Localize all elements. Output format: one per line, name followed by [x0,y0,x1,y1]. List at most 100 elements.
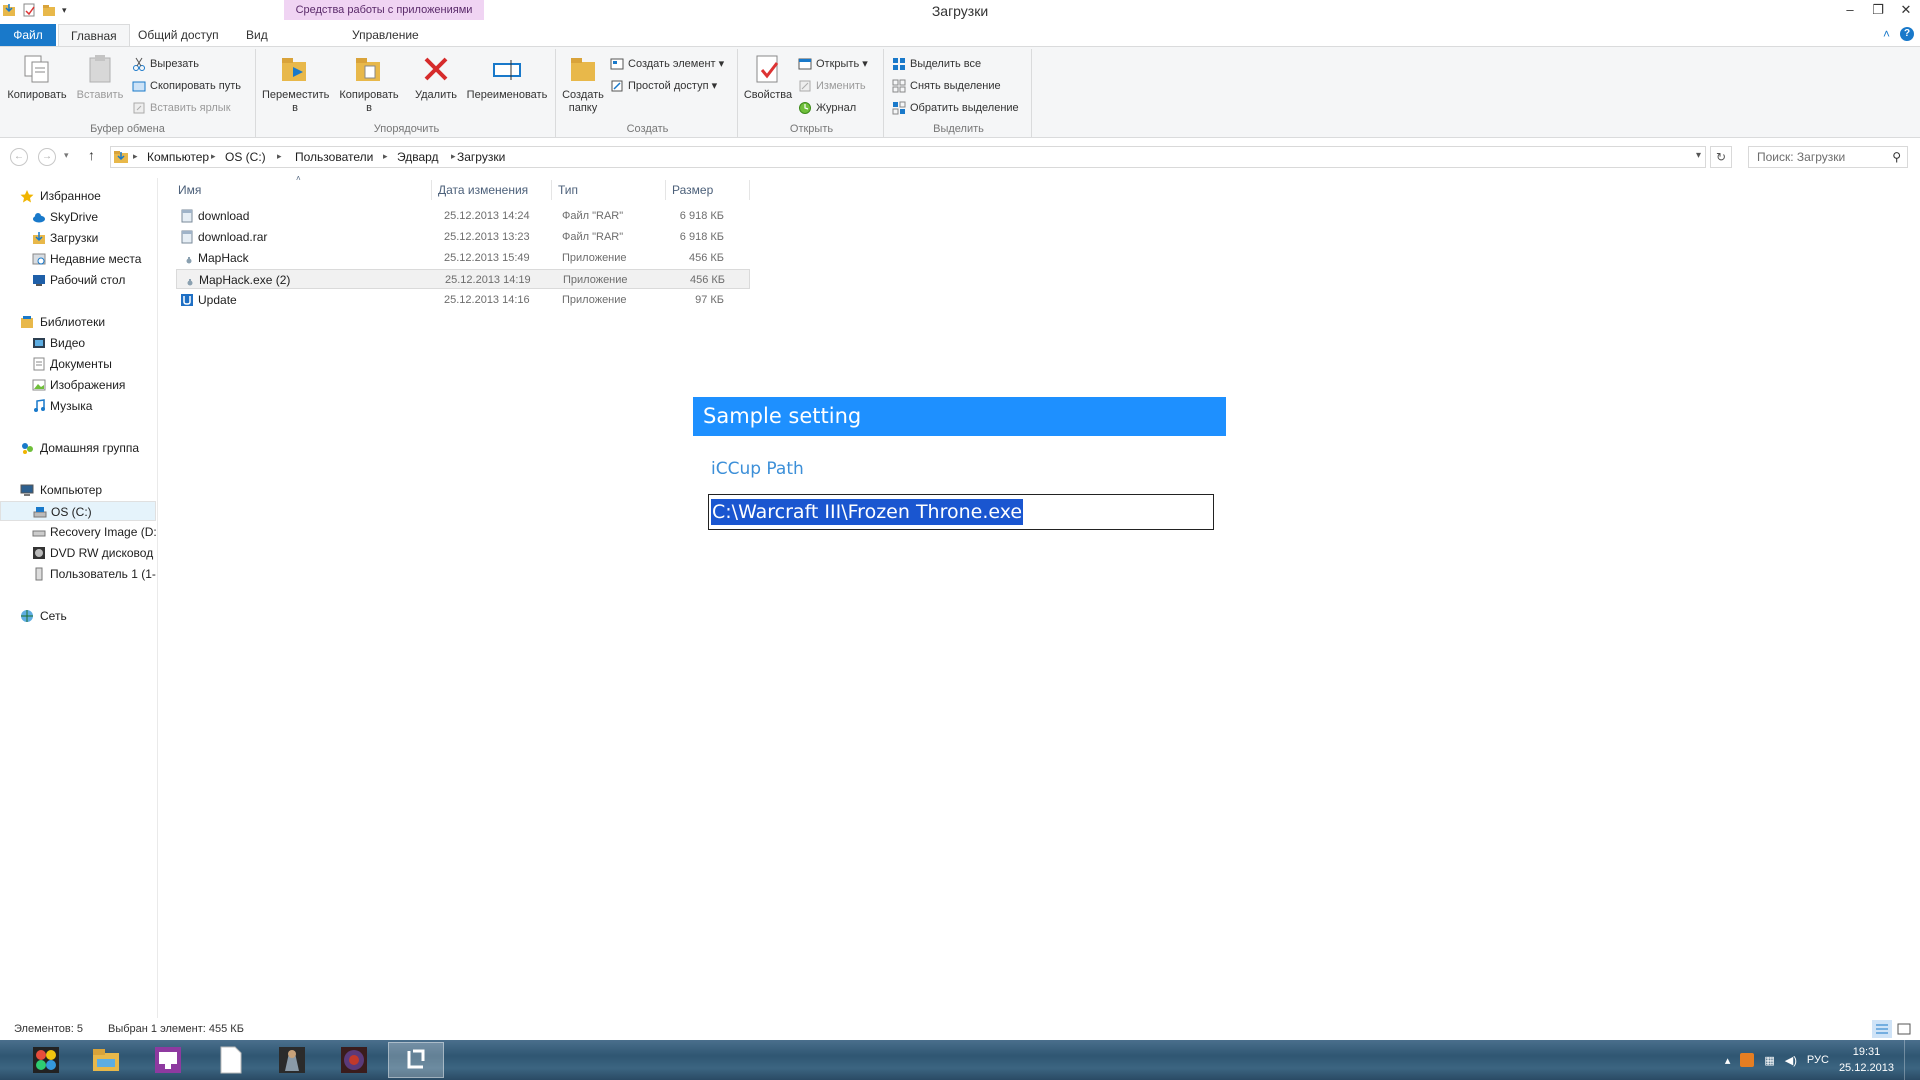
nav-item-dvd[interactable]: DVD RW дисковод ( [0,543,156,563]
taskbar-game-1[interactable] [264,1042,320,1078]
new-item-button[interactable]: Создать элемент ▾ [610,55,724,73]
table-row[interactable]: download.rar 25.12.2013 13:23 Файл "RAR"… [176,227,750,247]
taskbar-app-colorful[interactable] [18,1042,74,1078]
taskbar-active-app[interactable] [388,1042,444,1078]
title-bar: ▾ Средства работы с приложениями Загрузк… [0,0,1920,22]
tab-manage[interactable]: Управление [340,24,431,46]
breadcrumb-separator[interactable]: ▸ [277,151,282,162]
nav-item-computer[interactable]: Компьютер [0,480,156,500]
security-shield-icon[interactable] [1740,1053,1755,1067]
column-header-type[interactable]: Тип [552,180,666,200]
nav-item-skydrive[interactable]: SkyDrive [0,207,156,227]
breadcrumb-computer[interactable]: Компьютер [147,150,209,164]
presentation-app-icon [155,1047,181,1073]
breadcrumb-downloads[interactable]: Загрузки [457,150,505,164]
tab-home[interactable]: Главная [58,24,130,46]
back-button[interactable]: ← [10,148,28,166]
table-row[interactable]: download 25.12.2013 14:24 Файл "RAR" 6 9… [176,206,750,226]
table-row[interactable]: MapHack 25.12.2013 15:49 Приложение 456 … [176,248,750,268]
column-header-date[interactable]: Дата изменения [432,180,552,200]
breadcrumb-separator[interactable]: ▸ [133,151,138,162]
tab-file[interactable]: Файл [0,24,56,46]
show-hidden-icons-icon[interactable]: ▴ [1725,1054,1731,1067]
move-to-button[interactable]: Переместить в [262,53,329,115]
history-button[interactable]: Журнал [798,99,856,117]
tab-view[interactable]: Вид [234,24,280,46]
volume-icon[interactable]: ◀) [1785,1054,1797,1067]
search-input[interactable]: Поиск: Загрузки ⚲ [1748,146,1908,168]
open-button[interactable]: Открыть ▾ [798,55,868,73]
taskbar-document[interactable] [202,1042,258,1078]
edit-button[interactable]: Изменить [798,77,866,95]
nav-item-documents[interactable]: Документы [0,354,156,374]
item-count: Элементов: 5 [14,1023,83,1035]
iccup-path-input[interactable]: C:\Warcraft III\Frozen Throne.exe [708,494,1214,530]
address-bar[interactable]: ▸ Компьютер ▸ OS (C:) ▸ Пользователи ▸ Э… [110,146,1706,168]
breadcrumb-user[interactable]: Эдвард [397,150,439,164]
organize-group-label: Упорядочить [373,123,440,135]
select-none-button[interactable]: Снять выделение [892,77,1001,95]
language-indicator[interactable]: РУС [1807,1054,1829,1066]
nav-item-homegroup[interactable]: Домашняя группа [0,438,156,458]
nav-item-os-c[interactable]: OS (C:) [0,501,156,521]
nav-item-desktop[interactable]: Рабочий стол [0,270,156,290]
up-arrow-icon[interactable]: ↑ [88,147,95,163]
breadcrumb-users[interactable]: Пользователи [295,150,373,164]
colorful-app-icon [33,1047,59,1073]
breadcrumb-separator[interactable]: ▸ [211,151,216,162]
show-desktop-button[interactable] [1904,1040,1910,1080]
copy-path-button[interactable]: Скопировать путь [132,77,241,95]
close-button[interactable]: ✕ [1892,0,1920,20]
breadcrumb-os-c[interactable]: OS (C:) [225,150,266,164]
warcraft-icon [341,1047,367,1073]
taskbar-explorer[interactable] [78,1042,134,1078]
taskbar-presentation[interactable] [140,1042,196,1078]
easy-access-button[interactable]: Простой доступ ▾ [610,77,717,95]
properties-button[interactable]: Свойства [742,53,794,102]
nav-item-recovery[interactable]: Recovery Image (D:) [0,522,156,542]
large-icons-view-button[interactable] [1894,1020,1914,1038]
paste-shortcut-button[interactable]: Вставить ярлык [132,99,231,117]
nav-item-user1[interactable]: Пользователь 1 (1- [0,564,156,584]
nav-item-network[interactable]: Сеть [0,606,156,626]
nav-item-video[interactable]: Видео [0,333,156,353]
open-group-label: Открыть [789,123,834,135]
address-dropdown-icon[interactable]: ▾ [1696,150,1701,161]
clock[interactable]: 19:31 25.12.2013 [1839,1044,1894,1076]
rename-icon [491,53,523,85]
column-header-name[interactable]: Имя [172,180,432,200]
collapse-ribbon-icon[interactable]: ˄ [1883,27,1890,41]
help-icon[interactable]: ? [1900,27,1914,41]
delete-button[interactable]: Удалить [408,53,464,102]
column-header-size[interactable]: Размер [666,180,750,200]
paste-button[interactable]: Вставить [72,53,128,102]
maximize-button[interactable]: ❐ [1864,0,1892,20]
nav-item-libraries[interactable]: Библиотеки [0,312,156,332]
minimize-button[interactable]: – [1836,0,1864,20]
nav-item-images[interactable]: Изображения [0,375,156,395]
forward-button[interactable]: → [38,148,56,166]
select-all-button[interactable]: Выделить все [892,55,981,73]
copy-to-button[interactable]: Копировать в [336,53,402,115]
nav-item-music[interactable]: Музыка [0,396,156,416]
breadcrumb-separator[interactable]: ▸ [451,151,456,162]
invert-selection-button[interactable]: Обратить выделение [892,99,1019,117]
table-row[interactable]: Update 25.12.2013 14:16 Приложение 97 КБ [176,290,750,310]
network-status-icon[interactable]: ▦ [1764,1054,1774,1067]
tab-share[interactable]: Общий доступ [126,24,231,46]
new-folder-button[interactable]: Создать папку [558,53,608,115]
search-icon[interactable]: ⚲ [1892,147,1901,167]
nav-item-favorites[interactable]: Избранное [0,186,156,206]
breadcrumb-separator[interactable]: ▸ [383,151,388,162]
copy-folder-icon [353,53,385,85]
cut-button[interactable]: Вырезать [132,55,199,73]
rename-button[interactable]: Переименовать [462,53,552,102]
copy-button[interactable]: Копировать [6,53,68,102]
refresh-button[interactable]: ↻ [1710,146,1732,168]
nav-item-recent[interactable]: Недавние места [0,249,156,269]
nav-item-downloads[interactable]: Загрузки [0,228,156,248]
details-view-button[interactable] [1872,1020,1892,1038]
table-row[interactable]: MapHack.exe (2) 25.12.2013 14:19 Приложе… [176,269,750,289]
taskbar-game-2[interactable] [326,1042,382,1078]
recent-locations-icon[interactable]: ▾ [64,150,69,161]
